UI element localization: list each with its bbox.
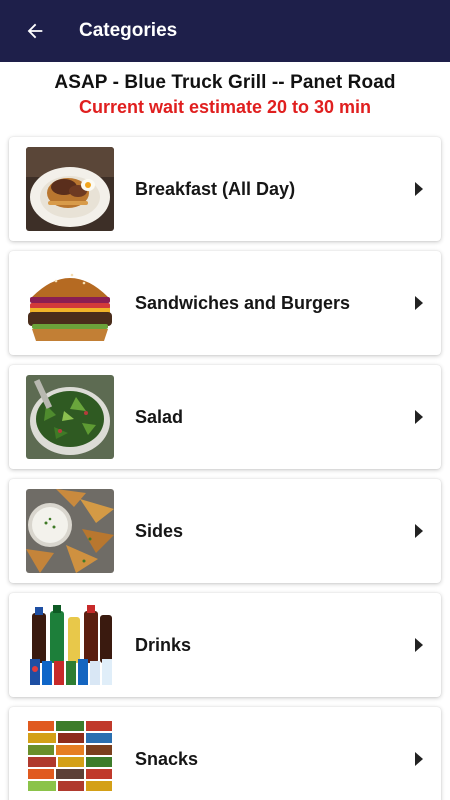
category-list: Breakfast (All Day) Sandwiches and Burge… — [9, 137, 441, 800]
app-bar: Categories — [0, 0, 450, 62]
category-card-sandwiches[interactable]: Sandwiches and Burgers — [9, 251, 441, 355]
restaurant-header: ASAP - Blue Truck Grill -- Panet Road Cu… — [0, 62, 450, 118]
burger-image — [26, 261, 114, 345]
category-label: Snacks — [135, 748, 199, 769]
category-card-breakfast[interactable]: Breakfast (All Day) — [9, 137, 441, 241]
category-label: Drinks — [135, 634, 192, 655]
back-button[interactable] — [0, 0, 70, 62]
wait-estimate: Current wait estimate 20 to 30 min — [78, 97, 372, 117]
chevron-right-icon — [415, 410, 423, 424]
category-card-snacks[interactable]: Snacks — [9, 707, 441, 800]
category-card-sides[interactable]: Sides — [9, 479, 441, 583]
category-card-salad[interactable]: Salad — [9, 365, 441, 469]
arrow-left-icon — [27, 23, 43, 39]
category-label: Breakfast (All Day) — [135, 178, 296, 199]
chevron-right-icon — [415, 638, 423, 652]
category-card-drinks[interactable]: Drinks — [9, 593, 441, 697]
breakfast-image — [26, 147, 114, 231]
snacks-image — [26, 717, 114, 800]
category-label: Sides — [135, 520, 184, 541]
category-label: Sandwiches and Burgers — [135, 292, 351, 313]
page-title: Categories — [79, 20, 178, 41]
chevron-right-icon — [415, 524, 423, 538]
sides-image — [26, 489, 114, 573]
chevron-right-icon — [415, 752, 423, 766]
salad-image — [26, 375, 114, 459]
drinks-image — [26, 603, 114, 687]
category-label: Salad — [135, 406, 184, 427]
chevron-right-icon — [415, 182, 423, 196]
restaurant-name: ASAP - Blue Truck Grill -- Panet Road — [54, 72, 396, 93]
chevron-right-icon — [415, 296, 423, 310]
